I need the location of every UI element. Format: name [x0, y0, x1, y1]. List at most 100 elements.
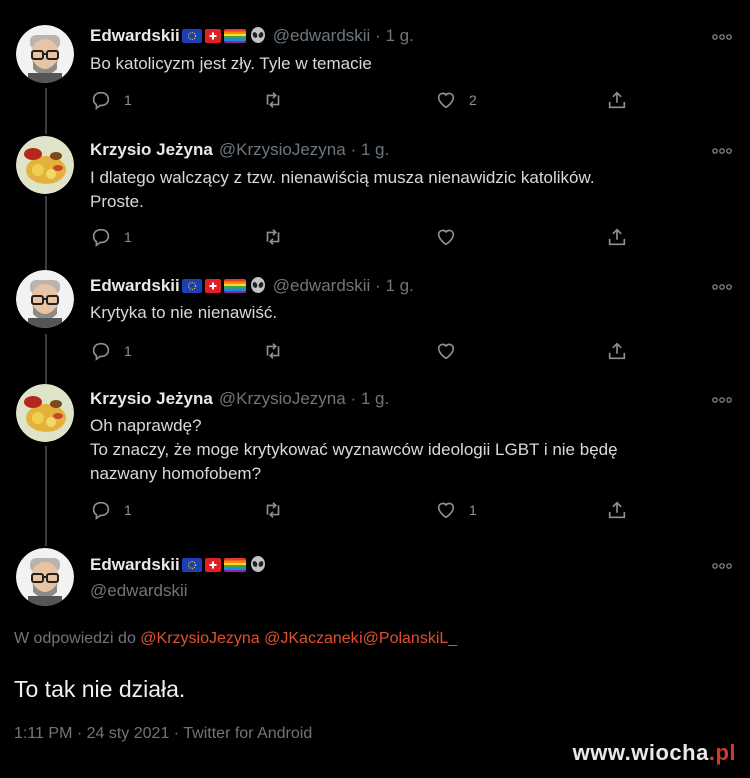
- tweet-actions: 1 2: [90, 89, 650, 111]
- retweet-button[interactable]: [262, 89, 296, 111]
- avatar-krzysio[interactable]: [16, 136, 74, 194]
- more-icon[interactable]: [712, 562, 732, 570]
- handle-meta: @KrzysioJezyna · 1 g.: [219, 140, 389, 160]
- retweet-button[interactable]: [262, 340, 296, 362]
- timestamp[interactable]: 1 g.: [385, 26, 413, 45]
- timestamp[interactable]: 1 g.: [361, 389, 389, 408]
- display-name[interactable]: Krzysio Jeżyna: [90, 140, 213, 160]
- reply-count: 1: [124, 92, 132, 108]
- like-button[interactable]: [435, 226, 469, 248]
- heart-icon: [437, 343, 455, 360]
- avatar-memoji-image: [16, 548, 74, 606]
- rainbow-flag-icon: [223, 558, 246, 572]
- handle-meta: @edwardskii · 1 g.: [273, 26, 414, 46]
- avatar-edwardskii[interactable]: [16, 270, 74, 328]
- tweet-actions: 1: [90, 226, 650, 248]
- retweet-icon: [266, 343, 280, 359]
- reply-button[interactable]: 1: [90, 499, 132, 521]
- handle[interactable]: @edwardskii: [273, 26, 371, 45]
- retweet-button[interactable]: [262, 226, 296, 248]
- alien-icon: [249, 277, 267, 295]
- swiss-flag-icon: [204, 279, 221, 293]
- share-icon: [608, 342, 626, 360]
- name-emojis: [181, 27, 267, 45]
- heart-icon: [437, 502, 455, 519]
- handle[interactable]: @edwardskii: [273, 276, 371, 295]
- reply-icon: [92, 342, 110, 361]
- dot-separator: ·: [375, 276, 386, 295]
- retweet-button[interactable]: [262, 499, 296, 521]
- timestamp[interactable]: 1 g.: [385, 276, 413, 295]
- tweet[interactable]: Krzysio Jeżyna @KrzysioJezyna · 1 g. I d…: [0, 126, 750, 258]
- tweet-text: I dlatego walczący z tzw. nienawiścią mu…: [90, 166, 720, 214]
- mention-link[interactable]: i@PolanskiL_: [359, 630, 457, 647]
- more-icon[interactable]: [712, 283, 732, 291]
- more-icon[interactable]: [712, 396, 732, 404]
- name-emojis: [181, 277, 267, 295]
- reply-icon: [92, 228, 110, 247]
- avatar-food-image: [16, 384, 74, 442]
- retweet-icon: [266, 92, 280, 108]
- main-tweet-meta[interactable]: 1:11 PM · 24 sty 2021 · Twitter for Andr…: [14, 725, 312, 743]
- tweet-text-line: To znaczy, że moge krytykować wyznawców …: [90, 440, 618, 459]
- heart-icon: [437, 229, 455, 246]
- tweet-actions: 1: [90, 340, 650, 362]
- mention-link[interactable]: @KrzysioJezyna: [140, 630, 259, 647]
- tweet-header: Krzysio Jeżyna @KrzysioJezyna · 1 g.: [90, 140, 389, 160]
- like-button[interactable]: 2: [435, 89, 477, 111]
- avatar-krzysio[interactable]: [16, 384, 74, 442]
- handle-meta: @KrzysioJezyna · 1 g.: [219, 389, 389, 409]
- watermark-suffix: .pl: [708, 740, 736, 765]
- mention-link[interactable]: @JKaczanek: [264, 630, 359, 647]
- alien-icon: [249, 27, 267, 45]
- share-button[interactable]: [606, 89, 628, 111]
- like-count: 2: [469, 92, 477, 108]
- avatar-food-image: [16, 136, 74, 194]
- more-icon[interactable]: [712, 33, 732, 41]
- main-tweet-header: Edwardskii: [90, 555, 267, 575]
- dot-separator: ·: [350, 140, 361, 159]
- like-button[interactable]: 1: [435, 499, 477, 521]
- reply-icon: [92, 91, 110, 110]
- tweet-text-line: I dlatego walczący z tzw. nienawiścią mu…: [90, 168, 595, 187]
- avatar-edwardskii[interactable]: [16, 548, 74, 606]
- avatar-memoji-image: [16, 25, 74, 83]
- swiss-flag-icon: [204, 558, 221, 572]
- watermark: www.wiocha.pl: [573, 740, 736, 766]
- more-icon[interactable]: [712, 147, 732, 155]
- handle[interactable]: @KrzysioJezyna: [219, 389, 346, 408]
- like-button[interactable]: [435, 340, 469, 362]
- tweet[interactable]: Krzysio Jeżyna @KrzysioJezyna · 1 g. Oh …: [0, 372, 750, 532]
- retweet-icon: [266, 229, 280, 245]
- tweet-text-line: Oh naprawdę?: [90, 416, 202, 435]
- handle-meta: @edwardskii · 1 g.: [273, 276, 414, 296]
- reply-prefix: W odpowiedzi do: [14, 630, 136, 647]
- reply-button[interactable]: 1: [90, 340, 132, 362]
- share-icon: [608, 91, 626, 109]
- tweet-text-line: Bo katolicyzm jest zły. Tyle w temacie: [90, 54, 372, 73]
- reply-button[interactable]: 1: [90, 89, 132, 111]
- timestamp[interactable]: 1 g.: [361, 140, 389, 159]
- display-name[interactable]: Edwardskii: [90, 276, 180, 296]
- like-count: 1: [469, 502, 477, 518]
- share-button[interactable]: [606, 340, 628, 362]
- share-icon: [608, 228, 626, 246]
- tweet-header: Edwardskii @edwardskii · 1 g.: [90, 276, 414, 296]
- share-button[interactable]: [606, 499, 628, 521]
- share-button[interactable]: [606, 226, 628, 248]
- handle[interactable]: @KrzysioJezyna: [219, 140, 346, 159]
- display-name[interactable]: Krzysio Jeżyna: [90, 389, 213, 409]
- reply-button[interactable]: 1: [90, 226, 132, 248]
- display-name[interactable]: Edwardskii: [90, 26, 180, 46]
- tweet[interactable]: Edwardskii @edwardskii · 1 g.: [0, 0, 750, 126]
- main-tweet-text: To tak nie działa.: [14, 676, 186, 702]
- reply-icon: [92, 501, 110, 520]
- display-name[interactable]: Edwardskii: [90, 555, 180, 575]
- tweet-text-line: nazwany homofobem?: [90, 464, 262, 483]
- reply-count: 1: [124, 502, 132, 518]
- name-emojis: [181, 556, 267, 574]
- tweet[interactable]: Edwardskii @edwardskii · 1 g.: [0, 258, 750, 372]
- avatar-edwardskii[interactable]: [16, 25, 74, 83]
- handle[interactable]: @edwardskii: [90, 581, 188, 601]
- tweet-text-line: Proste.: [90, 192, 144, 211]
